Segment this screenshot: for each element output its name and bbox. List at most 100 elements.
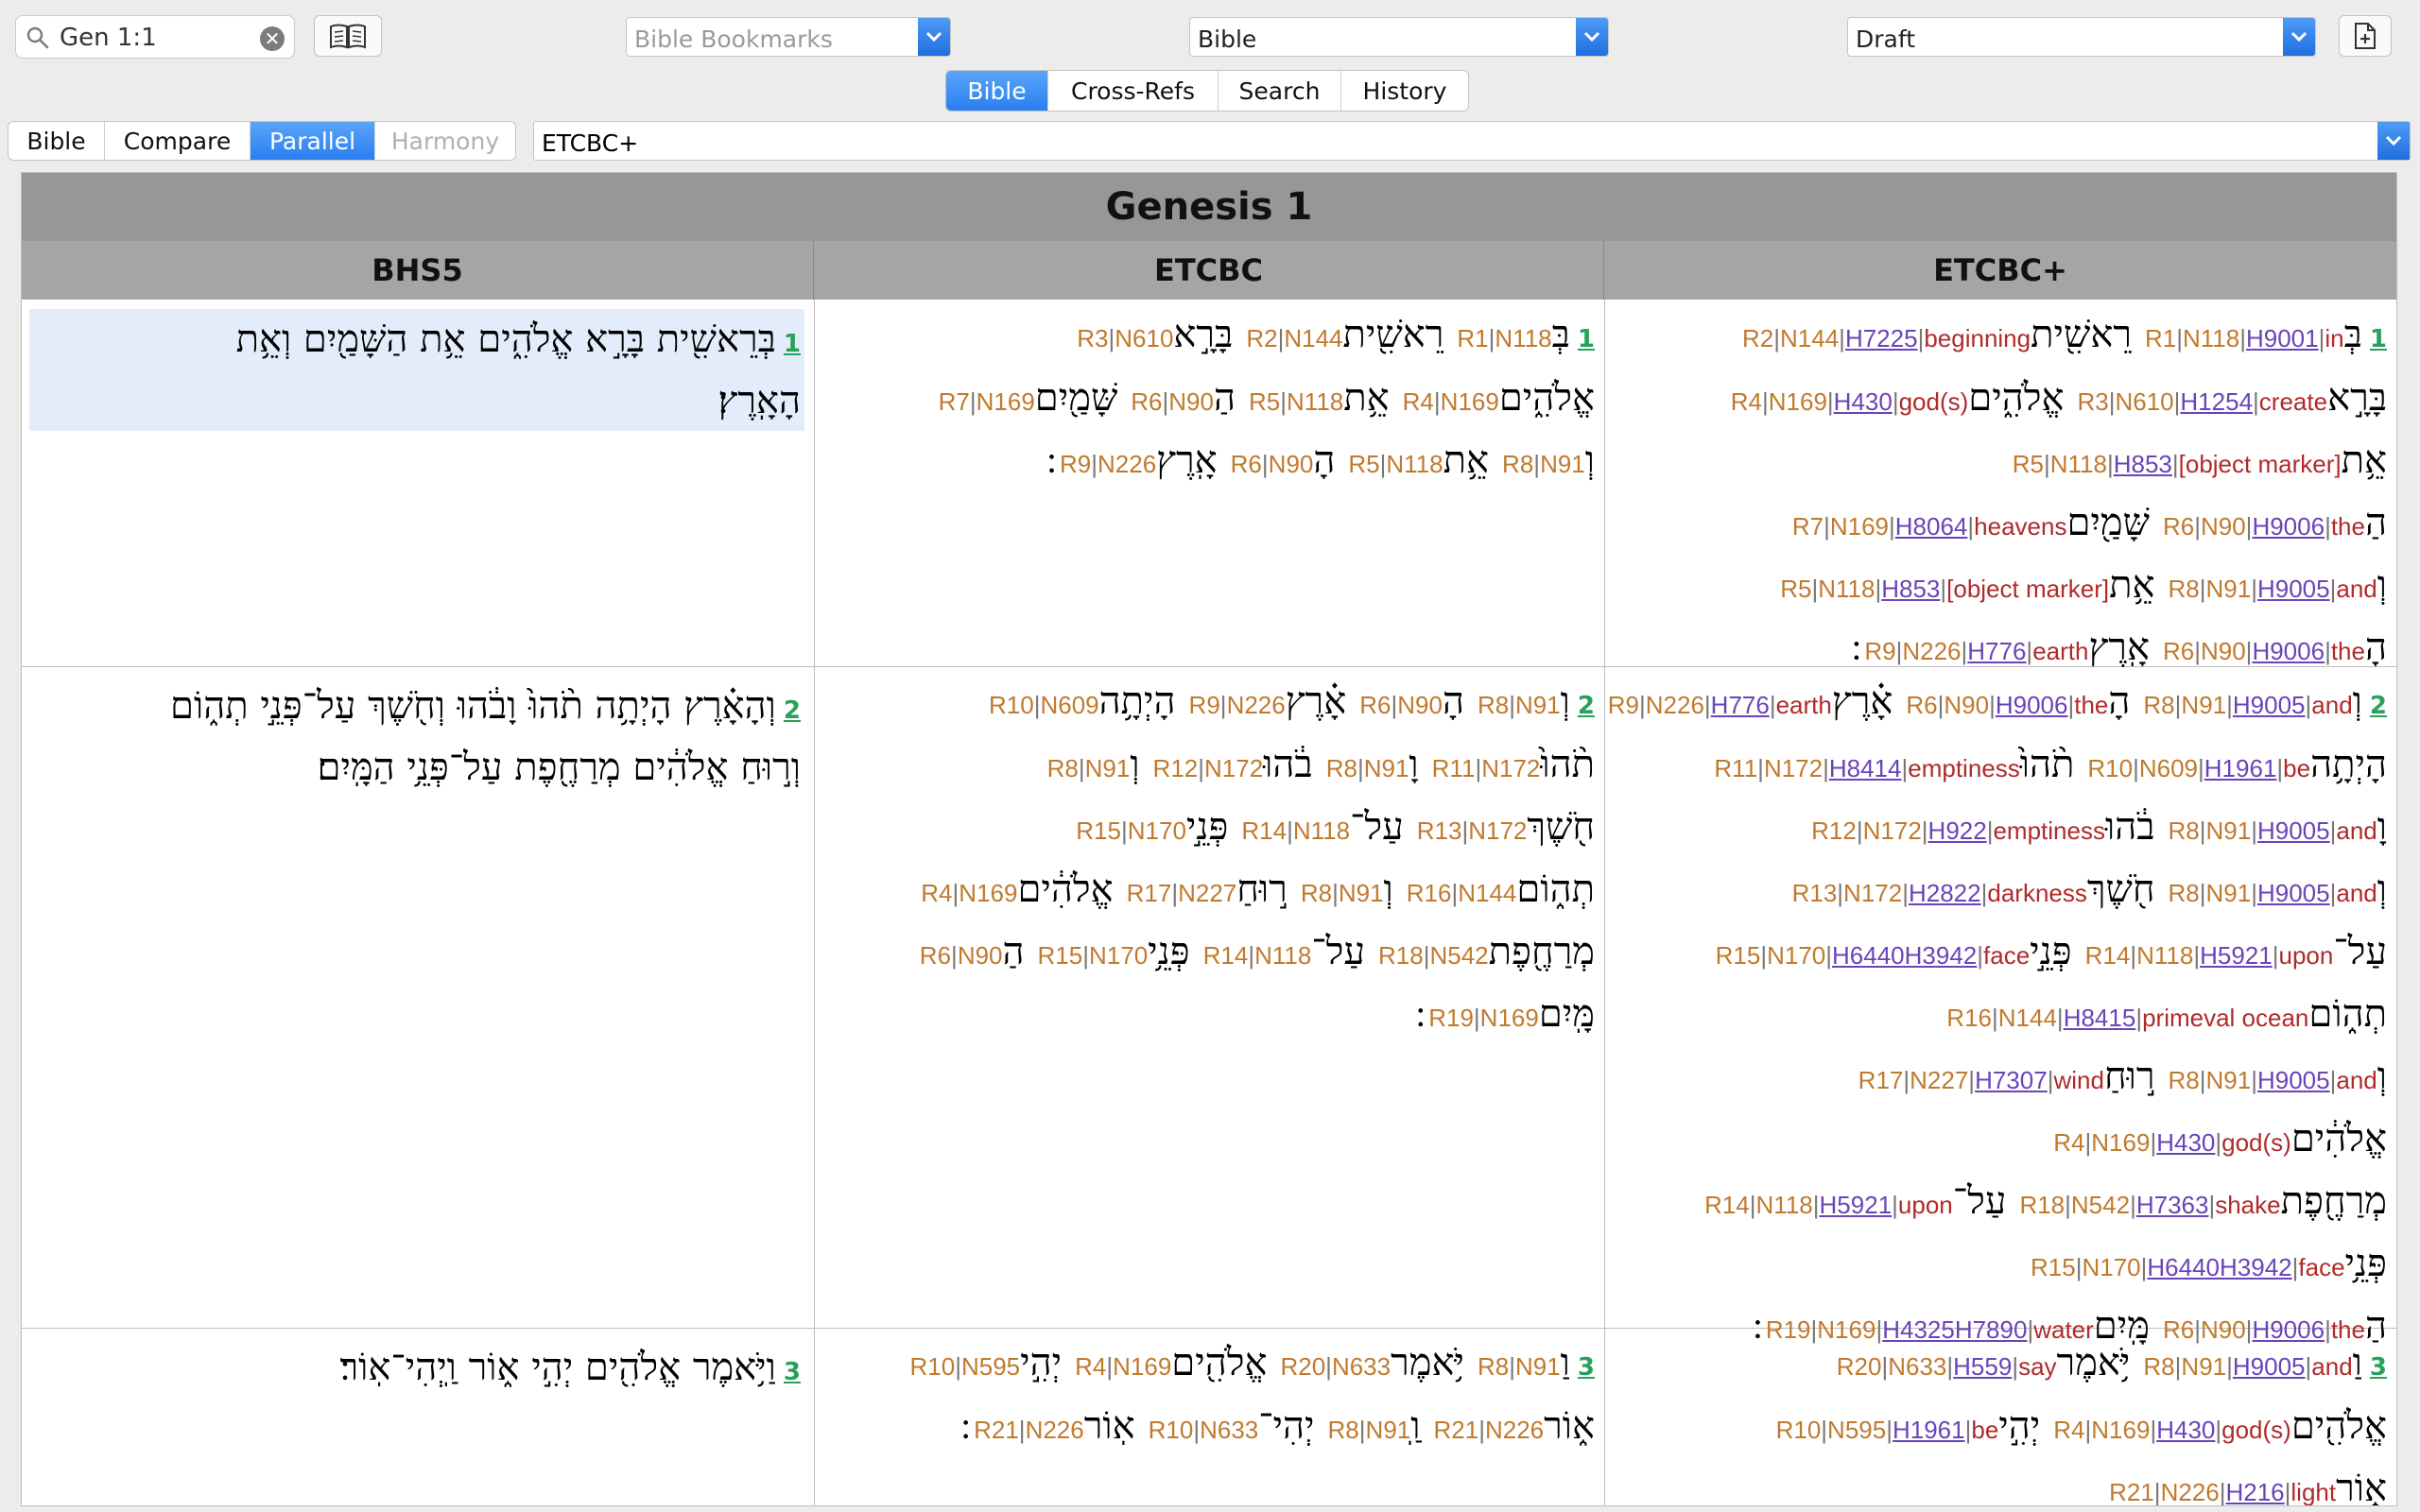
strongs-link[interactable]: H559 <box>1953 1352 2012 1381</box>
word-token[interactable]: יֹּ֥אמֶרR20|N633|H559|say <box>1837 1341 2131 1384</box>
word-token[interactable]: וְR8|N91 <box>1502 438 1595 482</box>
word-token[interactable]: אֱלֹהִ֑יםR4|N169 <box>1403 376 1595 420</box>
tab-bible[interactable]: Bible <box>946 71 1048 111</box>
word-token[interactable]: חֹ֖שֶׁךְR13|N172 <box>1417 805 1595 849</box>
word-token[interactable]: ר֣וּחַR17|N227 <box>1127 868 1288 911</box>
strongs-link[interactable]: H1254 <box>2180 387 2253 416</box>
word-token[interactable]: וְR8|N91 <box>1478 679 1570 723</box>
verse-number[interactable]: 3 <box>784 1358 801 1386</box>
bible-dropdown[interactable]: Bible <box>1189 17 1609 57</box>
word-token[interactable]: וָR8|N91|H9005|and <box>2169 805 2388 849</box>
word-token[interactable]: עַל־R14|N118|H5921|upon <box>2085 930 2387 973</box>
strongs-link[interactable]: H1961 <box>2204 754 2277 782</box>
word-token[interactable]: פְּנֵ֥יR15|N170|H6440H3942|face <box>2031 1242 2387 1285</box>
chevron-down-icon[interactable] <box>918 18 950 56</box>
view-tab-compare[interactable]: Compare <box>105 122 251 160</box>
word-token[interactable]: מְרַחֶ֖פֶתR18|N542|H7363|shake <box>2019 1179 2387 1223</box>
word-token[interactable]: הָיְתָ֥הR10|N609 <box>989 679 1176 723</box>
word-token[interactable]: תֹ֨הוּ֙R11|N172 <box>1432 743 1595 786</box>
word-token[interactable]: רֵאשִׁ֖יתR2|N144|H7225|beginning <box>1742 313 2132 356</box>
word-token[interactable]: מְרַחֶ֖פֶתR18|N542 <box>1378 930 1595 973</box>
strongs-link[interactable]: H430 <box>2156 1128 2215 1157</box>
word-token[interactable]: אֱלֹהִ֖יםR4|N169|H430|god(s) <box>2053 1404 2387 1448</box>
word-token[interactable]: אֵ֥תR5|N118 <box>1249 376 1390 420</box>
word-token[interactable]: א֑וֹרR21|N226 <box>1433 1404 1595 1448</box>
word-token[interactable]: וְR8|N91|H9005|and <box>2169 563 2388 607</box>
search-field[interactable]: ✕ <box>15 15 295 59</box>
word-token[interactable]: בָּרָ֣אR3|N610 <box>1077 313 1233 356</box>
word-token[interactable]: פְּנֵ֣יR15|N170 <box>1076 805 1228 849</box>
word-token[interactable]: תֹ֨הוּ֙R11|N172|H8414|emptiness <box>1714 743 2074 786</box>
strongs-link[interactable]: H9006 <box>2252 637 2325 665</box>
chevron-down-icon[interactable] <box>2377 122 2410 160</box>
strongs-link[interactable]: H2822 <box>1909 879 1981 907</box>
add-document-button[interactable] <box>2339 15 2392 57</box>
chevron-down-icon[interactable] <box>2283 18 2315 56</box>
strongs-link[interactable]: H430 <box>2156 1416 2215 1444</box>
library-button[interactable] <box>314 15 382 57</box>
word-token[interactable]: הָR6|N90 <box>1231 438 1336 482</box>
strongs-link[interactable]: H9005 <box>2233 691 2306 719</box>
strongs-link[interactable]: H9006 <box>2252 512 2325 541</box>
chevron-down-icon[interactable] <box>1576 18 1608 56</box>
word-token[interactable]: אֵ֥תR5|N118|H853|[object marker] <box>2013 438 2387 482</box>
word-token[interactable]: אֵ֥תR5|N118 <box>1348 438 1489 482</box>
draft-dropdown[interactable]: Draft <box>1847 17 2316 57</box>
word-token[interactable]: וָR8|N91 <box>1326 743 1419 786</box>
strongs-link[interactable]: H8064 <box>1895 512 1968 541</box>
word-token[interactable]: וַR8|N91|H9005|and <box>2143 1341 2362 1384</box>
word-token[interactable]: וְR8|N91|H9005|and <box>2169 1055 2388 1098</box>
word-token[interactable]: וְR8|N91 <box>1301 868 1393 911</box>
word-token[interactable]: א֑וֹרR21|N226|H216|light <box>2109 1467 2387 1505</box>
tab-history[interactable]: History <box>1341 71 1468 111</box>
word-token[interactable]: הַR6|N90|H9006|the <box>2163 501 2387 544</box>
strongs-link[interactable]: H8415 <box>2064 1004 2136 1032</box>
word-token[interactable]: אָֽרֶץR9|N226 <box>1060 438 1218 482</box>
strongs-link[interactable]: H7225 <box>1845 324 1918 352</box>
verse-number[interactable]: 3 <box>1578 1353 1595 1382</box>
strongs-link[interactable]: H9005 <box>2257 1066 2330 1094</box>
word-token[interactable]: מָּֽיִםR19|N169 <box>1428 992 1595 1036</box>
word-token[interactable]: וְR8|N91|H9005|and <box>2143 679 2362 723</box>
word-token[interactable]: יְהִ֣יR10|N595 <box>910 1341 1063 1384</box>
strongs-link[interactable]: H9005 <box>2257 879 2330 907</box>
verse-number[interactable]: 2 <box>784 696 801 725</box>
strongs-link[interactable]: H5921 <box>2200 941 2273 970</box>
word-token[interactable]: אָ֗רֶץR9|N226 <box>1189 679 1347 723</box>
word-token[interactable]: אָ֗רֶץR9|N226|H776|earth <box>1608 679 1893 723</box>
verse-number[interactable]: 1 <box>1578 325 1595 353</box>
strongs-link[interactable]: H776 <box>1711 691 1770 719</box>
strongs-link[interactable]: H430 <box>1834 387 1893 416</box>
verse-number[interactable]: 1 <box>784 330 801 358</box>
tab-search[interactable]: Search <box>1219 71 1341 111</box>
word-token[interactable]: אֱלֹהִ֔יםR4|N169 <box>921 868 1113 911</box>
word-token[interactable]: הָR6|N90|H9006|the <box>2163 626 2387 669</box>
strongs-link[interactable]: H5921 <box>1820 1191 1893 1219</box>
bible-bookmarks-dropdown[interactable]: Bible Bookmarks <box>626 17 951 57</box>
strongs-link[interactable]: H8414 <box>1829 754 1902 782</box>
word-token[interactable]: עַל־R14|N118 <box>1203 930 1365 973</box>
word-token[interactable]: תְה֑וֹםR16|N144|H8415|primeval ocean <box>1946 992 2387 1036</box>
word-token[interactable]: אֵ֥תR5|N118|H853|[object marker] <box>1780 563 2154 607</box>
verse-number[interactable]: 3 <box>2370 1353 2387 1382</box>
word-token[interactable]: פְּנֵ֥יR15|N170 <box>1038 930 1190 973</box>
word-token[interactable]: בֹ֔הוּR12|N172|H922|emptiness <box>1811 805 2154 849</box>
strongs-link[interactable]: H9005 <box>2257 816 2330 845</box>
word-token[interactable]: הַR6|N90 <box>1131 376 1236 420</box>
tab-cross-refs[interactable]: Cross-Refs <box>1048 71 1219 111</box>
strongs-link[interactable]: H6440H3942 <box>1832 941 1977 970</box>
word-token[interactable]: וַR8|N91 <box>1478 1341 1570 1384</box>
strongs-link[interactable]: H776 <box>1967 637 2026 665</box>
search-input[interactable] <box>58 22 251 54</box>
word-token[interactable]: תְה֑וֹםR16|N144 <box>1407 868 1595 911</box>
word-token[interactable]: אָֽרֶץR9|N226|H776|earth <box>1864 626 2150 669</box>
strongs-link[interactable]: H7363 <box>2136 1191 2209 1219</box>
strongs-link[interactable]: H6440H3942 <box>2147 1253 2291 1281</box>
strongs-link[interactable]: H853 <box>1881 575 1940 603</box>
word-token[interactable]: בָּרָ֣אR3|N610|H1254|create <box>2077 376 2387 420</box>
word-token[interactable]: שָּׁמַ֖יִםR7|N169|H8064|heavens <box>1792 501 2150 544</box>
word-token[interactable]: אֱלֹהִ֑יםR4|N169|H430|god(s) <box>1731 376 2065 420</box>
strongs-link[interactable]: H9006 <box>1996 691 2068 719</box>
word-token[interactable]: וְR8|N91 <box>1047 743 1140 786</box>
strongs-link[interactable]: H216 <box>2225 1478 2284 1505</box>
